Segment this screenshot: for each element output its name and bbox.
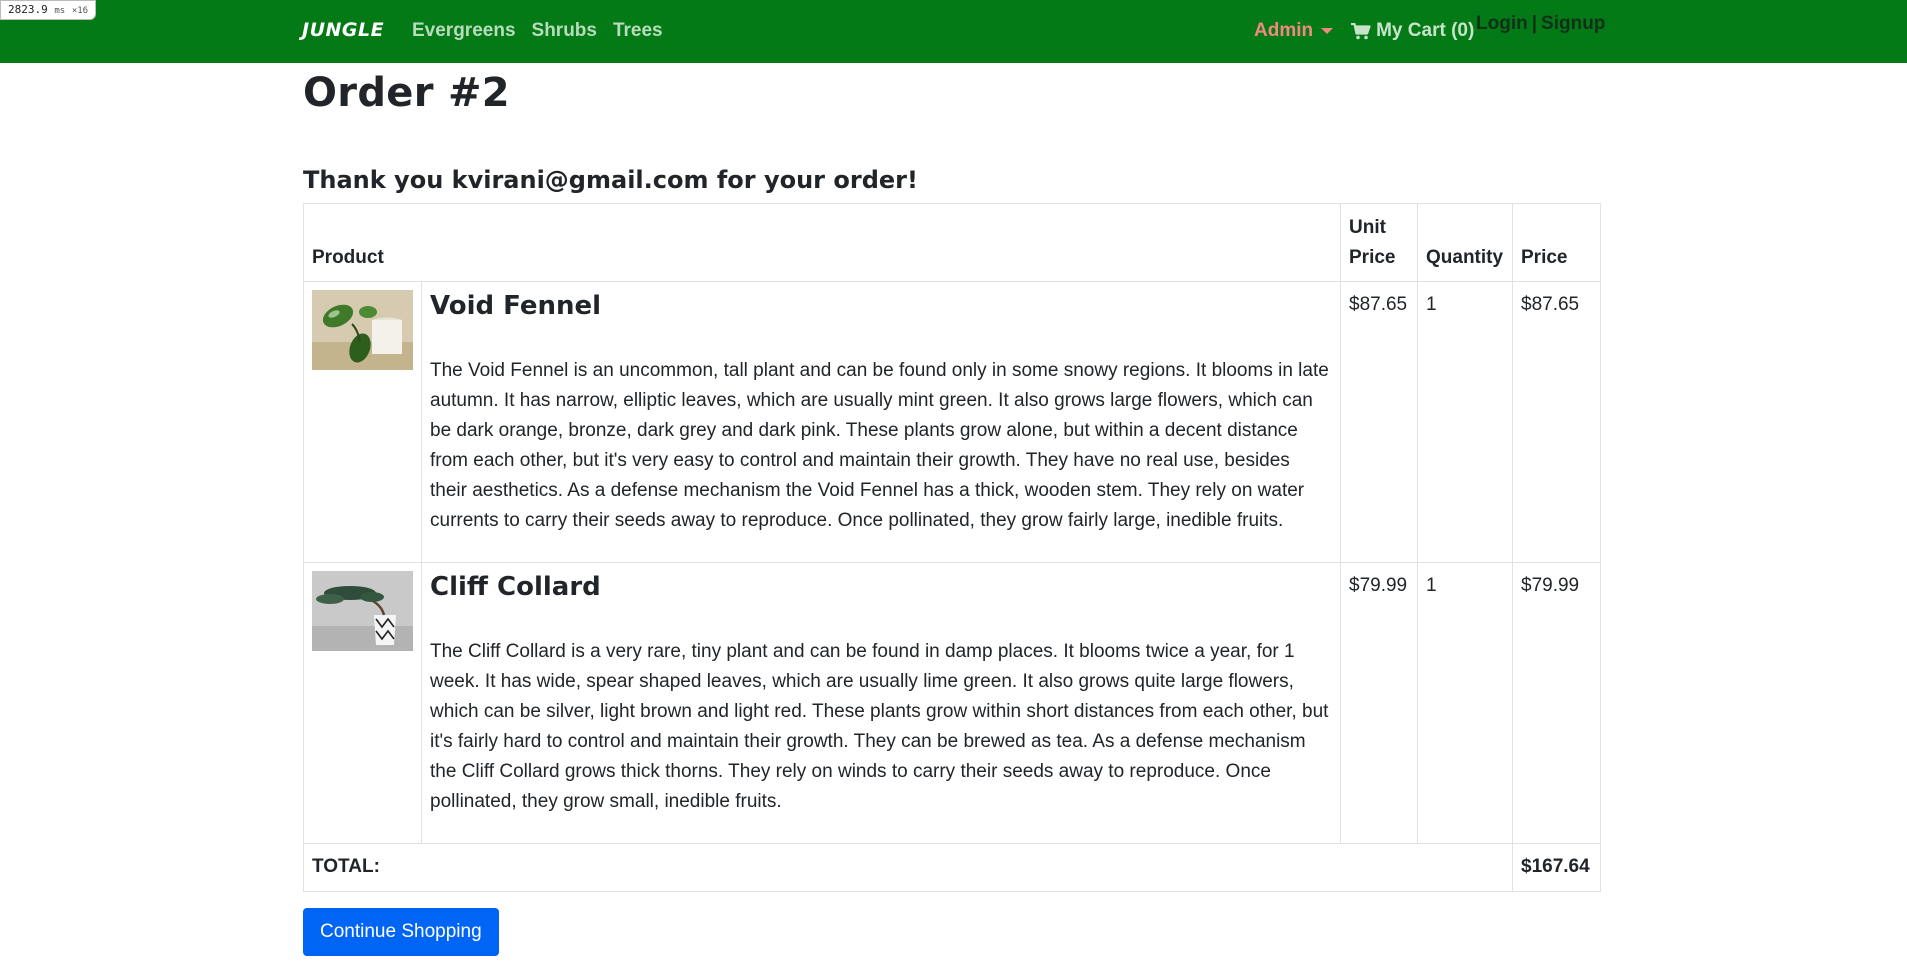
product-name: Cliff Collard bbox=[430, 572, 601, 602]
product-description: The Cliff Collard is a very rare, tiny p… bbox=[430, 641, 1329, 812]
header-price: Price bbox=[1512, 203, 1601, 282]
navbar-inner: JUNGLE Evergreens Shrubs Trees Admin My … bbox=[302, 0, 1605, 63]
header-product: Product bbox=[303, 203, 1341, 282]
product-info-cell: Void Fennel The Void Fennel is an uncomm… bbox=[421, 281, 1341, 563]
product-info-cell: Cliff Collard The Cliff Collard is a ver… bbox=[421, 562, 1341, 844]
perf-count: ×16 bbox=[71, 6, 89, 16]
price-cell: $87.65 bbox=[1512, 281, 1601, 563]
table-row: Cliff Collard The Cliff Collard is a ver… bbox=[303, 562, 1601, 844]
nav-links: Evergreens Shrubs Trees bbox=[412, 20, 663, 42]
nav-link-shrubs[interactable]: Shrubs bbox=[532, 20, 597, 42]
perf-unit: ms bbox=[54, 6, 66, 16]
cart-link[interactable]: My Cart (0) bbox=[1351, 20, 1474, 42]
admin-dropdown[interactable]: Admin bbox=[1254, 20, 1334, 42]
table-header-row: Product Unit Price Quantity Price bbox=[303, 203, 1601, 282]
order-table: Product Unit Price Quantity Price Void F… bbox=[303, 203, 1601, 892]
unit-price-cell: $87.65 bbox=[1340, 281, 1418, 563]
signup-link[interactable]: Signup bbox=[1541, 13, 1605, 35]
price-cell: $79.99 bbox=[1512, 562, 1601, 844]
product-name: Void Fennel bbox=[430, 291, 602, 321]
quantity-cell: 1 bbox=[1417, 562, 1513, 844]
product-image-cell bbox=[303, 562, 422, 844]
shopping-cart-icon bbox=[1351, 22, 1371, 39]
continue-shopping-button[interactable]: Continue Shopping bbox=[303, 908, 499, 956]
nav-link-trees[interactable]: Trees bbox=[613, 20, 663, 42]
quantity-cell: 1 bbox=[1417, 281, 1513, 563]
login-link[interactable]: Login bbox=[1476, 13, 1528, 35]
auth-links: Login | Signup bbox=[1476, 13, 1605, 35]
brand-logo[interactable]: JUNGLE bbox=[302, 19, 384, 41]
order-page: Order #2 Thank you kvirani@gmail.com for… bbox=[303, 63, 1601, 956]
header-quantity: Quantity bbox=[1417, 203, 1513, 282]
total-value: $167.64 bbox=[1512, 843, 1601, 892]
product-image-void-fennel bbox=[312, 290, 413, 370]
admin-label: Admin bbox=[1254, 20, 1314, 41]
page-title: Order #2 bbox=[303, 70, 510, 116]
product-description: The Void Fennel is an uncommon, tall pla… bbox=[430, 360, 1329, 531]
header-unit-price: Unit Price bbox=[1340, 203, 1418, 282]
nav-link-evergreens[interactable]: Evergreens bbox=[412, 20, 516, 42]
navbar: JUNGLE Evergreens Shrubs Trees Admin My … bbox=[0, 0, 1907, 63]
thank-you-message: Thank you kvirani@gmail.com for your ord… bbox=[303, 166, 918, 194]
product-image-cliff-collard bbox=[312, 571, 413, 651]
total-row: TOTAL: $167.64 bbox=[303, 843, 1601, 892]
table-row: Void Fennel The Void Fennel is an uncomm… bbox=[303, 281, 1601, 563]
perf-value: 2823.9 bbox=[8, 3, 48, 16]
unit-price-cell: $79.99 bbox=[1340, 562, 1418, 844]
caret-down-icon bbox=[1321, 28, 1334, 34]
perf-badge: 2823.9 ms ×16 bbox=[0, 0, 97, 20]
total-label: TOTAL: bbox=[303, 843, 1513, 892]
auth-separator: | bbox=[1531, 13, 1538, 34]
cart-label: My Cart (0) bbox=[1376, 20, 1475, 41]
product-image-cell bbox=[303, 281, 422, 563]
nav-right: Admin My Cart (0) bbox=[1254, 20, 1474, 42]
